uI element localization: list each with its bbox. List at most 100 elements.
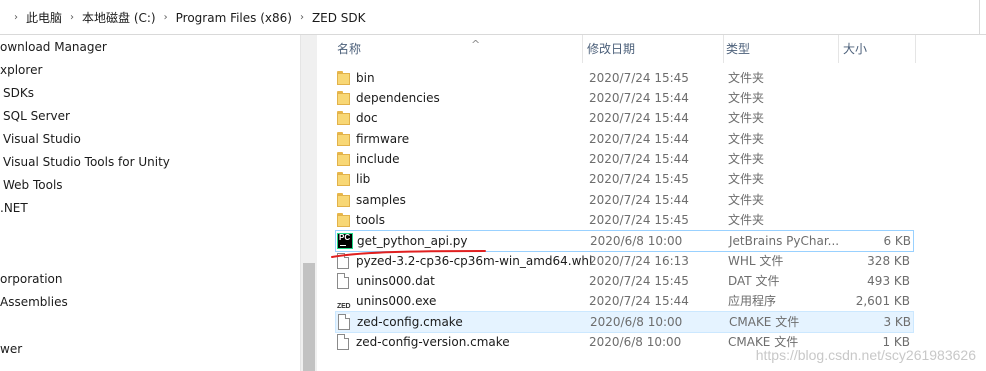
column-type-label: 类型 <box>726 42 751 56</box>
chevron-right-icon[interactable]: › <box>14 12 18 23</box>
chevron-right-icon[interactable]: › <box>70 12 74 23</box>
sidebar-scrollbar[interactable] <box>300 35 317 371</box>
folder-icon <box>337 152 350 166</box>
address-bar-edge <box>979 0 986 34</box>
file-name: dependencies <box>356 91 440 105</box>
file-row[interactable]: bin 2020/7/24 15:45 文件夹 <box>335 68 912 88</box>
column-header-date[interactable]: 修改日期 <box>585 35 724 63</box>
nav-item[interactable]: ownload Manager <box>0 36 107 58</box>
file-size: 2,601 KB <box>855 294 910 308</box>
file-icon <box>337 334 349 350</box>
file-name: doc <box>356 111 378 125</box>
file-date: 2020/7/24 15:44 <box>589 111 689 125</box>
nav-item[interactable]: SQL Server <box>3 105 70 127</box>
file-name: unins000.exe <box>356 294 437 308</box>
column-header-name[interactable]: 名称 ^ <box>335 35 583 63</box>
nav-item[interactable]: Visual Studio <box>3 128 81 150</box>
file-type: JetBrains PyChar... <box>729 234 840 248</box>
nav-item[interactable]: .NET <box>0 197 28 219</box>
folder-icon <box>337 132 350 146</box>
column-size-label: 大小 <box>843 42 868 56</box>
file-name: zed-config.cmake <box>357 315 463 329</box>
file-date: 2020/7/24 15:45 <box>589 172 689 186</box>
file-row[interactable]: firmware 2020/7/24 15:44 文件夹 <box>335 129 912 149</box>
folder-icon <box>337 193 350 207</box>
file-type: 应用程序 <box>728 294 777 308</box>
breadcrumb: › 此电脑 › 本地磁盘 (C:) › Program Files (x86) … <box>6 9 366 26</box>
file-date: 2020/7/24 15:45 <box>589 71 689 85</box>
address-bar[interactable]: › 此电脑 › 本地磁盘 (C:) › Program Files (x86) … <box>0 0 986 35</box>
file-type: WHL 文件 <box>728 254 784 268</box>
file-row[interactable]: samples 2020/7/24 15:44 文件夹 <box>335 190 912 210</box>
sort-ascending-icon: ^ <box>471 38 481 51</box>
file-date: 2020/7/24 15:45 <box>589 213 689 227</box>
folder-icon <box>337 213 350 227</box>
file-icon <box>338 314 350 330</box>
column-date-label: 修改日期 <box>587 42 636 56</box>
file-date: 2020/7/24 15:44 <box>589 193 689 207</box>
file-type: 文件夹 <box>728 152 765 166</box>
file-date: 2020/7/24 15:45 <box>589 274 689 288</box>
folder-icon <box>337 71 350 85</box>
file-list: 名称 ^ 修改日期 类型 大小 bin 2020/7/24 15:45 文件夹 … <box>317 35 986 371</box>
file-size: 3 KB <box>883 315 911 329</box>
folder-icon <box>337 172 350 186</box>
file-row[interactable]: unins000.dat 2020/7/24 15:45 DAT 文件 493 … <box>335 271 912 291</box>
breadcrumb-local-disk[interactable]: 本地磁盘 (C:) <box>82 9 156 26</box>
navigation-pane: ownload Manager xplorer SDKs SQL Server … <box>0 35 300 371</box>
file-type: DAT 文件 <box>728 274 780 288</box>
file-name: get_python_api.py <box>357 234 468 248</box>
file-size: 6 KB <box>883 234 911 248</box>
column-header-size[interactable]: 大小 <box>841 35 916 63</box>
breadcrumb-this-pc[interactable]: 此电脑 <box>26 9 62 26</box>
file-name: samples <box>356 193 406 207</box>
nav-item[interactable]: SDKs <box>3 82 34 104</box>
file-row-selected[interactable]: zed-config.cmake 2020/6/8 10:00 CMAKE 文件… <box>335 311 914 333</box>
chevron-right-icon[interactable]: › <box>300 12 304 23</box>
file-row[interactable]: tools 2020/7/24 15:45 文件夹 <box>335 210 912 230</box>
file-row[interactable]: lib 2020/7/24 15:45 文件夹 <box>335 169 912 189</box>
chevron-right-icon[interactable]: › <box>164 12 168 23</box>
file-date: 2020/6/8 10:00 <box>590 234 683 248</box>
folder-icon <box>337 111 350 125</box>
file-row[interactable]: ZED unins000.exe 2020/7/24 15:44 应用程序 2,… <box>335 291 912 311</box>
nav-item[interactable]: Assemblies <box>0 291 68 313</box>
breadcrumb-zed-sdk[interactable]: ZED SDK <box>312 11 366 25</box>
file-row[interactable]: doc 2020/7/24 15:44 文件夹 <box>335 108 912 128</box>
file-size: 493 KB <box>867 274 910 288</box>
red-underline-annotation <box>331 250 486 258</box>
file-type: 文件夹 <box>728 193 765 207</box>
breadcrumb-program-files[interactable]: Program Files (x86) <box>176 11 292 25</box>
nav-item[interactable]: wer <box>0 338 22 360</box>
file-date: 2020/7/24 15:44 <box>589 91 689 105</box>
nav-item[interactable]: xplorer <box>0 59 42 81</box>
file-type: 文件夹 <box>728 111 765 125</box>
file-date: 2020/7/24 15:44 <box>589 294 689 308</box>
file-date: 2020/7/24 16:13 <box>589 254 689 268</box>
watermark: https://blog.csdn.net/scy261983626 <box>755 347 976 363</box>
file-date: 2020/7/24 15:44 <box>589 152 689 166</box>
file-row[interactable]: include 2020/7/24 15:44 文件夹 <box>335 149 912 169</box>
nav-item[interactable]: Web Tools <box>3 174 63 196</box>
nav-item[interactable]: Visual Studio Tools for Unity <box>3 151 170 173</box>
file-date: 2020/7/24 15:44 <box>589 132 689 146</box>
file-name: bin <box>356 71 375 85</box>
file-size: 328 KB <box>867 254 910 268</box>
file-name: firmware <box>356 132 410 146</box>
file-type: 文件夹 <box>728 71 765 85</box>
file-type: 文件夹 <box>728 213 765 227</box>
file-type: 文件夹 <box>728 172 765 186</box>
file-row[interactable]: dependencies 2020/7/24 15:44 文件夹 <box>335 88 912 108</box>
file-type: 文件夹 <box>728 132 765 146</box>
file-type: 文件夹 <box>728 91 765 105</box>
file-icon <box>337 273 349 289</box>
file-date: 2020/6/8 10:00 <box>589 335 682 349</box>
nav-item[interactable]: orporation <box>0 268 63 290</box>
scrollbar-thumb[interactable] <box>303 263 315 371</box>
file-date: 2020/6/8 10:00 <box>590 315 683 329</box>
column-header-type[interactable]: 类型 <box>724 35 839 63</box>
column-name-label: 名称 <box>337 42 362 56</box>
file-name: lib <box>356 172 371 186</box>
folder-icon <box>337 91 350 105</box>
pycharm-file-icon: PC <box>337 233 353 249</box>
